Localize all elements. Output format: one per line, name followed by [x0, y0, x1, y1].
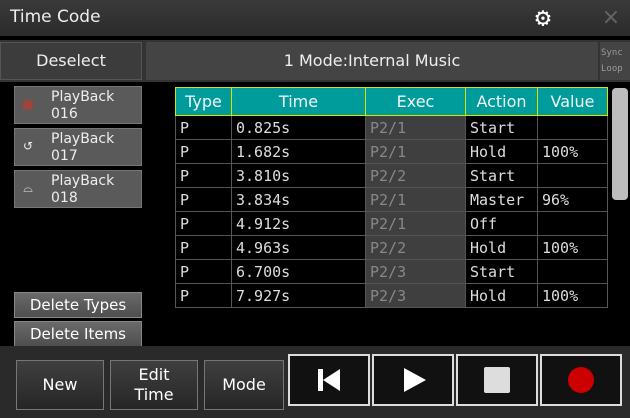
- type-cell[interactable]: P: [175, 163, 232, 188]
- table-row[interactable]: P 1.682s P2/1 Hold 100%: [175, 139, 608, 164]
- record-icon: [568, 367, 594, 393]
- skip-to-start-icon: [318, 369, 340, 391]
- type-cell[interactable]: P: [175, 139, 232, 164]
- deselect-button[interactable]: Deselect: [0, 42, 142, 80]
- exec-cell[interactable]: P2/3: [365, 259, 466, 284]
- column-header-time[interactable]: Time: [231, 87, 366, 116]
- value-cell[interactable]: 100%: [537, 283, 608, 308]
- scrollbar-thumb[interactable]: [612, 88, 628, 200]
- playback-017-button[interactable]: ↺ PlayBack 017: [14, 128, 142, 166]
- playback-label: PlayBack: [51, 131, 115, 147]
- new-button[interactable]: New: [16, 360, 104, 410]
- action-cell[interactable]: Hold: [465, 283, 538, 308]
- action-cell[interactable]: Off: [465, 211, 538, 236]
- playback-label: PlayBack: [51, 89, 115, 105]
- type-cell[interactable]: P: [175, 115, 232, 140]
- stop-icon: [484, 367, 510, 393]
- close-icon[interactable]: ×: [596, 3, 626, 33]
- play-icon: [404, 368, 426, 392]
- exec-cell[interactable]: P2/1: [365, 139, 466, 164]
- edit-time-line2: Time: [134, 385, 174, 404]
- value-cell[interactable]: 100%: [537, 235, 608, 260]
- column-header-exec[interactable]: Exec: [365, 87, 466, 116]
- delete-items-button[interactable]: Delete Items: [14, 321, 142, 347]
- edit-time-button[interactable]: Edit Time: [110, 360, 198, 410]
- gear-icon[interactable]: ⚙: [528, 3, 558, 33]
- playback-018-button[interactable]: ⌓ PlayBack 018: [14, 170, 142, 208]
- action-cell[interactable]: Hold: [465, 235, 538, 260]
- column-header-type[interactable]: Type: [175, 87, 232, 116]
- column-header-action[interactable]: Action: [465, 87, 538, 116]
- table-row[interactable]: P 6.700s P2/3 Start: [175, 259, 608, 284]
- type-cell[interactable]: P: [175, 235, 232, 260]
- playback-label: PlayBack: [51, 173, 115, 189]
- table-row[interactable]: P 4.912s P2/1 Off: [175, 211, 608, 236]
- type-cell[interactable]: P: [175, 259, 232, 284]
- column-header-value[interactable]: Value: [537, 87, 608, 116]
- play-button[interactable]: [372, 354, 454, 406]
- record-button[interactable]: [540, 354, 622, 406]
- exec-cell[interactable]: P2/1: [365, 187, 466, 212]
- lamp-icon: ⌓: [23, 181, 33, 195]
- table-row[interactable]: P 3.810s P2/2 Start: [175, 163, 608, 188]
- table-row[interactable]: P 0.825s P2/1 Start: [175, 115, 608, 140]
- playback-number: 017: [51, 148, 78, 164]
- value-cell[interactable]: [537, 211, 608, 236]
- window-title: Time Code: [10, 7, 101, 27]
- table-row[interactable]: P 4.963s P2/2 Hold 100%: [175, 235, 608, 260]
- value-cell[interactable]: [537, 115, 608, 140]
- action-cell[interactable]: Start: [465, 115, 538, 140]
- action-cell[interactable]: Master: [465, 187, 538, 212]
- value-cell[interactable]: [537, 259, 608, 284]
- type-cell[interactable]: P: [175, 211, 232, 236]
- exec-cell[interactable]: P2/1: [365, 211, 466, 236]
- skip-to-start-button[interactable]: [288, 354, 370, 406]
- mode-button[interactable]: Mode: [204, 360, 284, 410]
- value-cell[interactable]: [537, 163, 608, 188]
- time-cell[interactable]: 7.927s: [231, 283, 366, 308]
- rotate-icon: ↺: [22, 139, 34, 153]
- exec-cell[interactable]: P2/2: [365, 163, 466, 188]
- time-cell[interactable]: 4.963s: [231, 235, 366, 260]
- type-cell[interactable]: P: [175, 283, 232, 308]
- action-cell[interactable]: Start: [465, 163, 538, 188]
- action-cell[interactable]: Hold: [465, 139, 538, 164]
- sync-loop-indicator[interactable]: Sync Loop: [600, 42, 630, 80]
- time-cell[interactable]: 0.825s: [231, 115, 366, 140]
- table-header: Type Time Exec Action Value: [175, 87, 608, 116]
- timecode-table: Type Time Exec Action Value P 0.825s P2/1 S…: [175, 87, 608, 308]
- time-cell[interactable]: 3.834s: [231, 187, 366, 212]
- time-cell[interactable]: 4.912s: [231, 211, 366, 236]
- time-cell[interactable]: 3.810s: [231, 163, 366, 188]
- playback-number: 018: [51, 190, 78, 206]
- edit-time-line1: Edit: [138, 365, 170, 384]
- exec-cell[interactable]: P2/1: [365, 115, 466, 140]
- playback-number: 016: [51, 106, 78, 122]
- exec-cell[interactable]: P2/3: [365, 283, 466, 308]
- stop-button[interactable]: [456, 354, 538, 406]
- delete-types-button[interactable]: Delete Types: [14, 292, 142, 318]
- mode-display: 1 Mode:Internal Music: [146, 42, 598, 80]
- time-cell[interactable]: 6.700s: [231, 259, 366, 284]
- type-cell[interactable]: P: [175, 187, 232, 212]
- action-cell[interactable]: Start: [465, 259, 538, 284]
- sync-label: Sync: [601, 48, 623, 58]
- value-cell[interactable]: 96%: [537, 187, 608, 212]
- exec-cell[interactable]: P2/2: [365, 235, 466, 260]
- table-row[interactable]: P 7.927s P2/3 Hold 100%: [175, 283, 608, 308]
- loop-label: Loop: [601, 64, 623, 74]
- playback-016-button[interactable]: ▦ PlayBack 016: [14, 86, 142, 124]
- time-cell[interactable]: 1.682s: [231, 139, 366, 164]
- table-row[interactable]: P 3.834s P2/1 Master 96%: [175, 187, 608, 212]
- fixture-icon: ▦: [22, 97, 34, 111]
- value-cell[interactable]: 100%: [537, 139, 608, 164]
